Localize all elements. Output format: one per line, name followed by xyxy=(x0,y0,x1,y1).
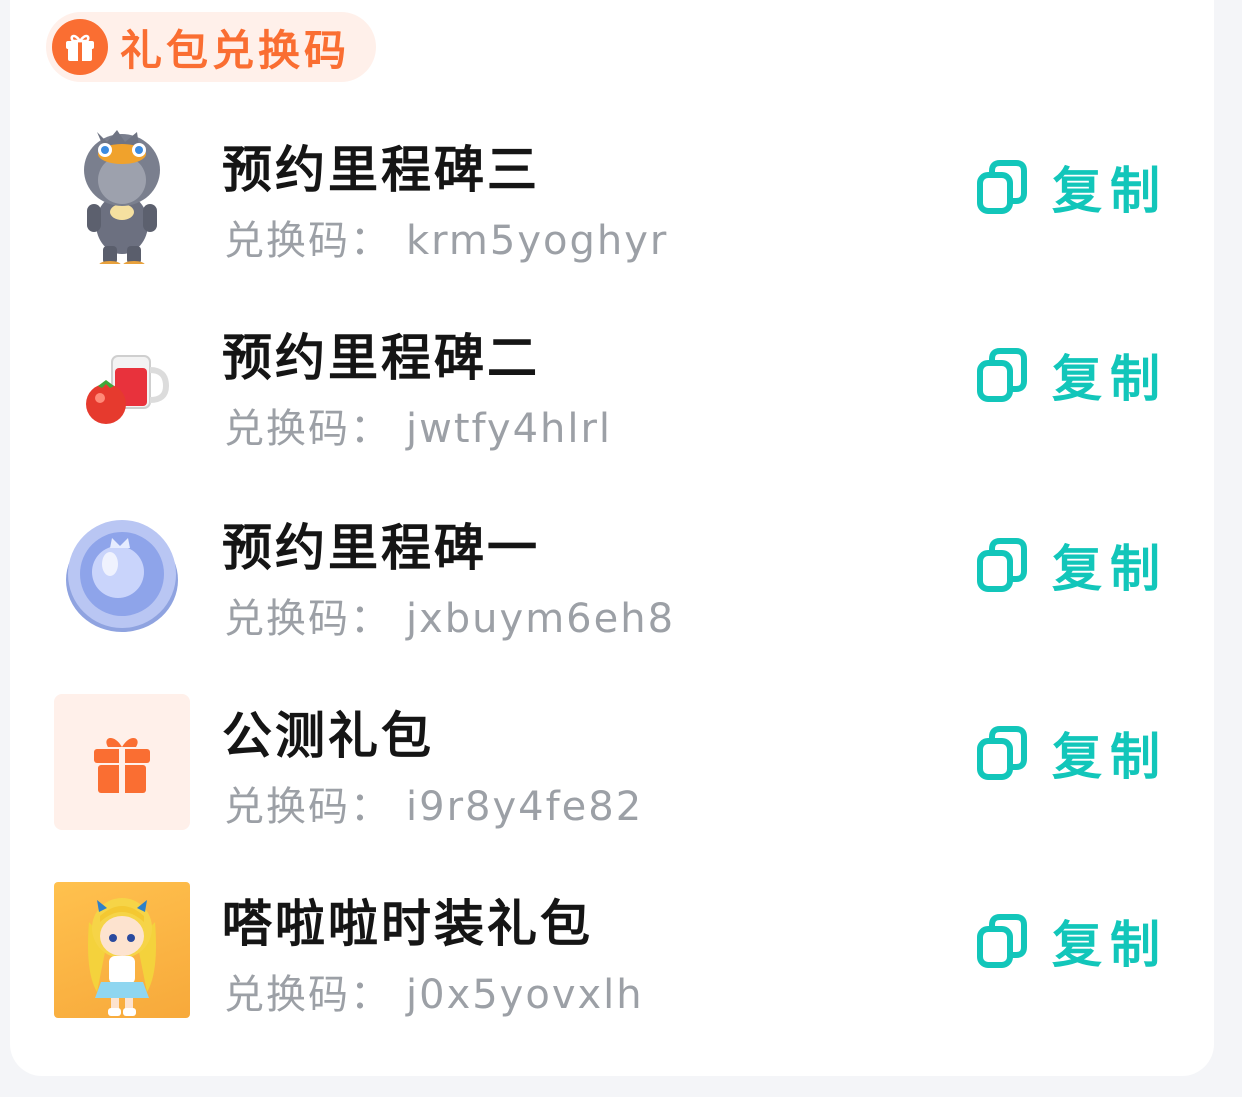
item-title: 嗒啦啦时装礼包 xyxy=(222,895,593,953)
gift-icon xyxy=(52,19,108,75)
item-title: 预约里程碑二 xyxy=(222,329,540,387)
list-item: 预约里程碑一 兑换码： jxbuym6eh8 复制 xyxy=(0,490,1242,660)
redeem-code-line: 兑换码： j0x5yovxlh xyxy=(224,962,644,1020)
copy-button[interactable]: 复制 xyxy=(976,718,1168,788)
copy-label: 复制 xyxy=(1052,350,1168,408)
blue-coin-image xyxy=(54,506,190,642)
item-title: 预约里程碑一 xyxy=(222,519,540,577)
redeem-code: jwtfy4hlrl xyxy=(406,406,613,452)
item-title: 预约里程碑三 xyxy=(222,141,540,199)
copy-icon xyxy=(977,726,1027,780)
copy-icon xyxy=(977,348,1027,402)
list-item: 嗒啦啦时装礼包 兑换码： j0x5yovxlh 复制 xyxy=(0,866,1242,1036)
gift-icon xyxy=(94,737,150,793)
gift-box-image xyxy=(54,694,190,830)
code-label: 兑换码： xyxy=(224,596,392,642)
redeem-code: i9r8y4fe82 xyxy=(406,784,644,830)
tomato-juice-image xyxy=(54,316,190,452)
section-header: 礼包兑换码 xyxy=(46,12,377,82)
redeem-code-line: 兑换码： i9r8y4fe82 xyxy=(224,774,643,832)
redeem-code: j0x5yovxlh xyxy=(406,972,644,1018)
copy-button[interactable]: 复制 xyxy=(976,906,1168,976)
copy-icon xyxy=(977,914,1027,968)
redeem-code: jxbuym6eh8 xyxy=(406,596,676,642)
copy-icon xyxy=(977,160,1027,214)
copy-label: 复制 xyxy=(1052,162,1168,220)
list-item: 公测礼包 兑换码： i9r8y4fe82 复制 xyxy=(0,678,1242,848)
redeem-code-line: 兑换码： jwtfy4hlrl xyxy=(224,396,612,454)
code-label: 兑换码： xyxy=(224,972,392,1018)
code-label: 兑换码： xyxy=(224,784,392,830)
copy-label: 复制 xyxy=(1052,728,1168,786)
copy-button[interactable]: 复制 xyxy=(976,530,1168,600)
penguin-costume-image xyxy=(54,128,190,264)
copy-label: 复制 xyxy=(1052,540,1168,598)
section-title: 礼包兑换码 xyxy=(120,25,351,75)
girl-outfit-image xyxy=(54,882,190,1018)
copy-button[interactable]: 复制 xyxy=(976,152,1168,222)
item-title: 公测礼包 xyxy=(222,707,434,765)
code-label: 兑换码： xyxy=(224,406,392,452)
redeem-code-line: 兑换码： jxbuym6eh8 xyxy=(224,586,675,644)
list-item: 预约里程碑二 兑换码： jwtfy4hlrl 复制 xyxy=(0,300,1242,470)
list-item: 预约里程碑三 兑换码： krm5yoghyr 复制 xyxy=(0,112,1242,282)
redeem-code-line: 兑换码： krm5yoghyr xyxy=(224,208,668,266)
code-label: 兑换码： xyxy=(224,218,392,264)
copy-button[interactable]: 复制 xyxy=(976,340,1168,410)
copy-label: 复制 xyxy=(1052,916,1168,974)
redeem-code: krm5yoghyr xyxy=(406,218,669,264)
copy-icon xyxy=(977,538,1027,592)
